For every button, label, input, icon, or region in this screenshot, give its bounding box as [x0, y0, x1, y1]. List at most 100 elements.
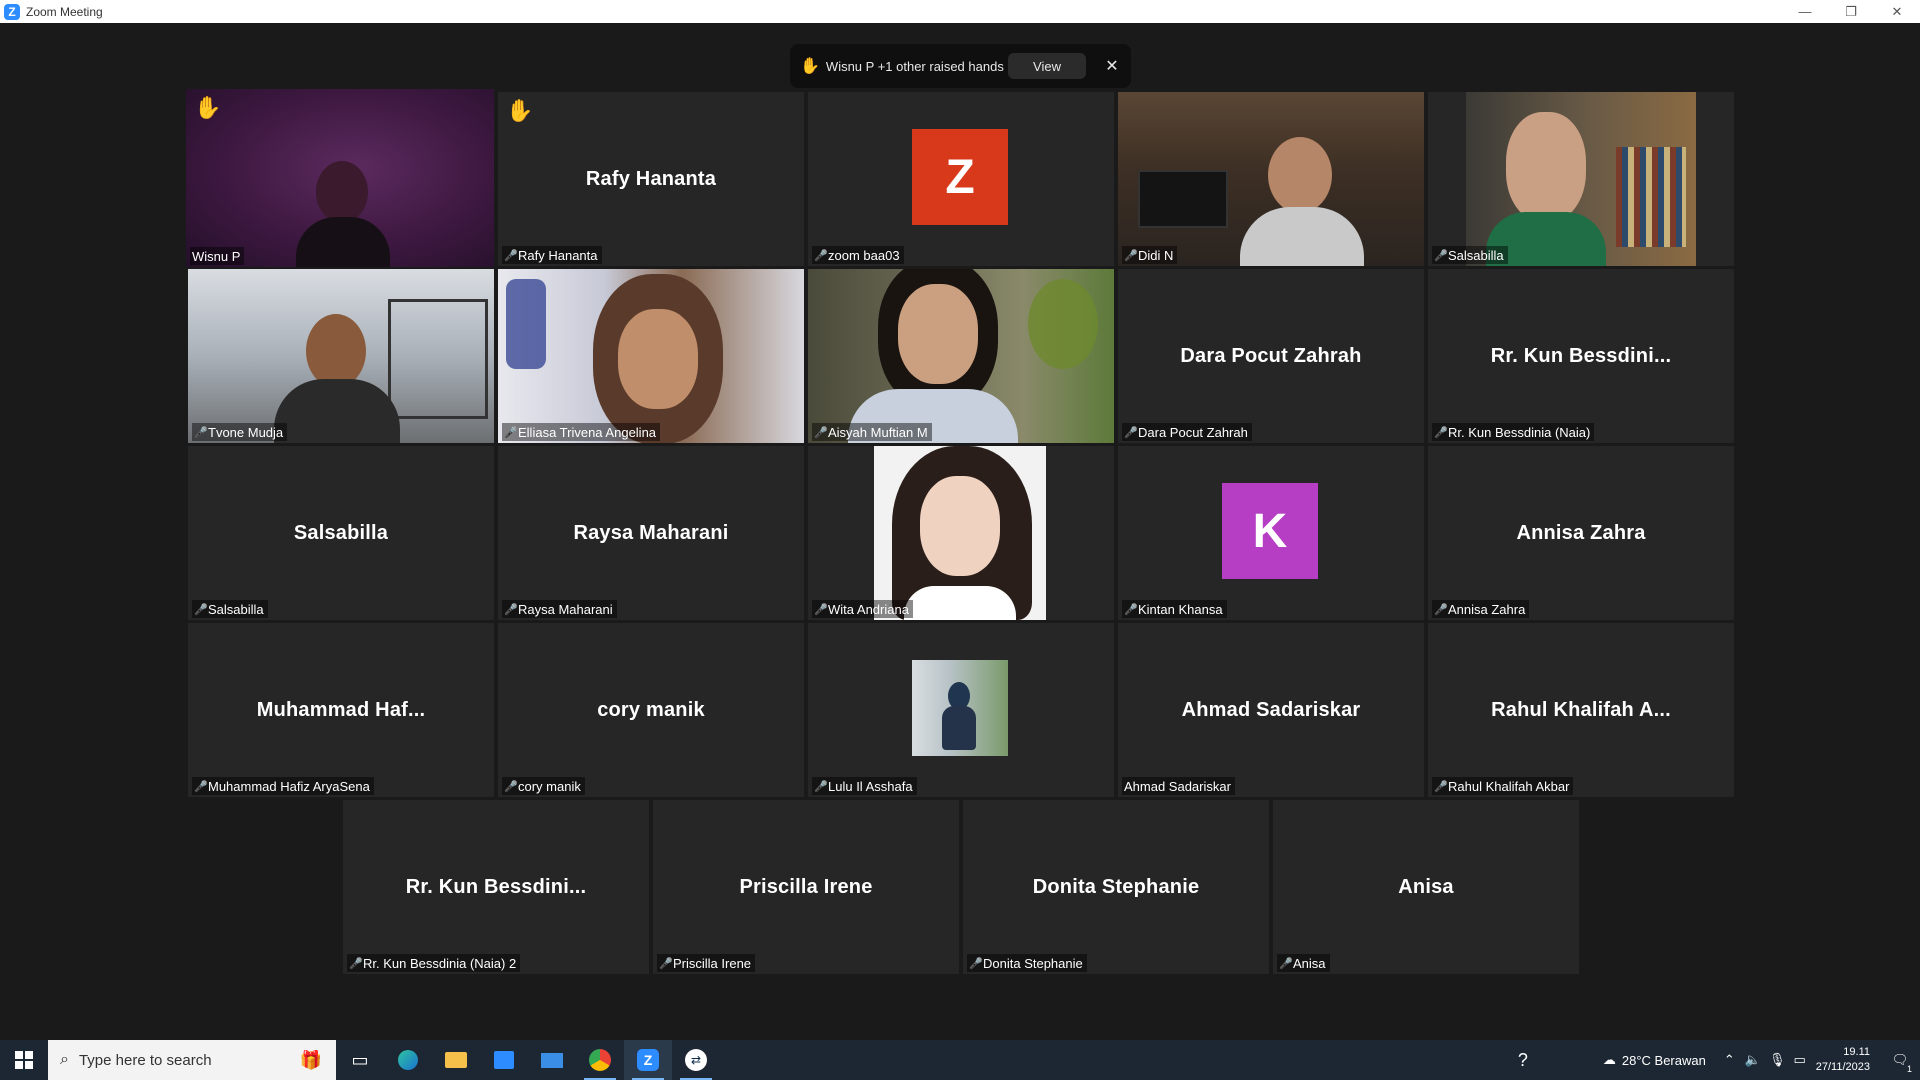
participant-name-label: 🎤 Aisyah Muftian M — [812, 423, 932, 441]
video-tile-zoom-baa03[interactable]: Z 🎤 zoom baa03 — [808, 92, 1114, 266]
view-button[interactable]: View — [1008, 53, 1086, 79]
chevron-up-icon[interactable]: ⌃ — [1724, 1052, 1735, 1068]
muted-mic-icon: 🎤 — [1434, 780, 1448, 793]
participant-name-label: 🎤 Rr. Kun Bessdinia (Naia) 2 — [347, 954, 521, 972]
raised-hand-icon: ✋ — [194, 95, 222, 120]
participant-display-name: cory manik — [597, 698, 705, 721]
video-tile-salsabilla-video[interactable]: 🎤 Salsabilla — [1428, 92, 1734, 266]
muted-mic-icon: 🎤 — [969, 957, 983, 970]
muted-mic-icon: 🎤 — [1434, 249, 1448, 262]
participant-name-label: 🎤 Donita Stephanie — [967, 954, 1087, 972]
muted-mic-icon: 🎤 — [814, 603, 828, 616]
video-tile-lulu-il-asshafa[interactable]: 🎤 Lulu Il Asshafa — [808, 623, 1114, 797]
participant-name-label: 🎤 Didi N — [1122, 246, 1178, 264]
participant-display-name: Raysa Maharani — [573, 521, 729, 544]
teamviewer-icon[interactable]: ⇄ — [672, 1040, 720, 1080]
restore-button[interactable]: ❐ — [1828, 0, 1874, 23]
video-tile-ahmad-sadariskar[interactable]: Ahmad Sadariskar Ahmad Sadariskar — [1118, 623, 1424, 797]
participant-name-label: Ahmad Sadariskar — [1122, 777, 1235, 795]
muted-mic-icon: 🎤 — [194, 426, 208, 439]
close-notification-button[interactable]: ✕ — [1100, 54, 1124, 78]
participant-display-name: Ahmad Sadariskar — [1181, 698, 1361, 721]
participant-name-label: 🎤 Rafy Hananta — [502, 246, 602, 264]
video-tile-rr-kun-bessdinia[interactable]: Rr. Kun Bessdini... 🎤 Rr. Kun Bessdinia (… — [1428, 269, 1734, 443]
chrome-icon[interactable] — [576, 1040, 624, 1080]
system-tray: ? ☁ 28°C Berawan ⌃ 🔈 🎙 ▭ 19.11 27/11/202… — [1503, 1040, 1920, 1080]
network-icon[interactable]: ▭ — [1793, 1052, 1805, 1068]
microphone-icon[interactable]: 🎙 — [1769, 1052, 1786, 1068]
participant-display-name: Rafy Hananta — [585, 167, 717, 190]
participant-video — [498, 269, 804, 443]
muted-mic-icon: 🎤 — [814, 780, 828, 793]
participant-name-label: 🎤 Muhammad Hafiz AryaSena — [192, 777, 374, 795]
participant-name-label: 🎤 Tvone Mudja — [192, 423, 288, 441]
video-tile-elliasa-trivena-angelina[interactable]: 🎤 Elliasa Trivena Angelina — [498, 269, 804, 443]
raised-hands-notification: ✋ Wisnu P +1 other raised hands View ✕ — [790, 44, 1131, 88]
notification-text: Wisnu P +1 other raised hands — [825, 58, 1004, 74]
participant-name-label: 🎤 zoom baa03 — [812, 246, 904, 264]
participant-display-name: Rr. Kun Bessdini... — [1490, 344, 1672, 367]
participant-name-label: 🎤 Salsabilla — [1432, 246, 1508, 264]
window-controls: — ❐ ✕ — [1782, 0, 1920, 23]
participant-name-label: 🎤 Wita Andriana — [812, 600, 913, 618]
video-tile-salsabilla[interactable]: Salsabilla 🎤 Salsabilla — [188, 446, 494, 620]
participant-display-name: Dara Pocut Zahrah — [1180, 344, 1362, 367]
muted-mic-icon: 🎤 — [1434, 426, 1448, 439]
zoom-app-icon[interactable]: Z — [624, 1040, 672, 1080]
help-icon[interactable]: ? — [1503, 1040, 1543, 1080]
windows-logo-icon — [15, 1051, 33, 1069]
video-tile-cory-manik[interactable]: cory manik 🎤 cory manik — [498, 623, 804, 797]
notification-icon: 🗨 — [1891, 1052, 1909, 1067]
video-tile-rr-kun-bessdinia-2[interactable]: Rr. Kun Bessdini... 🎤 Rr. Kun Bessdinia (… — [343, 800, 649, 974]
video-tile-wita-andriana[interactable]: 🎤 Wita Andriana — [808, 446, 1114, 620]
video-tile-wisnu-p[interactable]: ✋ Wisnu P — [186, 89, 494, 267]
avatar: K — [1222, 483, 1318, 579]
taskbar-clock[interactable]: 19.11 27/11/2023 — [1816, 1045, 1870, 1075]
start-button[interactable] — [0, 1040, 48, 1080]
search-placeholder: Type here to search — [78, 1051, 212, 1069]
participant-display-name: Muhammad Haf... — [256, 698, 426, 721]
muted-mic-icon: 🎤 — [814, 249, 828, 262]
weather-text[interactable]: 28°C Berawan — [1622, 1053, 1706, 1068]
participant-name-label: 🎤 Anisa — [1277, 954, 1330, 972]
muted-mic-icon: 🎤 — [1124, 426, 1138, 439]
video-tile-donita-stephanie[interactable]: Donita Stephanie 🎤 Donita Stephanie — [963, 800, 1269, 974]
clock-time: 19.11 — [1843, 1046, 1870, 1058]
participant-name-label: 🎤 Rahul Khalifah Akbar — [1432, 777, 1574, 795]
task-view-icon[interactable]: ▭ — [336, 1040, 384, 1080]
mail-icon[interactable] — [528, 1040, 576, 1080]
participant-video — [808, 269, 1114, 443]
muted-mic-icon: 🎤 — [1124, 249, 1138, 262]
participant-display-name: Rr. Kun Bessdini... — [405, 875, 587, 898]
video-tile-didi-n[interactable]: 🎤 Didi N — [1118, 92, 1424, 266]
video-tile-muhammad-hafiz[interactable]: Muhammad Haf... 🎤 Muhammad Hafiz AryaSena — [188, 623, 494, 797]
participant-display-name: Salsabilla — [293, 521, 389, 544]
participant-video — [1118, 92, 1424, 266]
video-tile-anisa[interactable]: Anisa 🎤 Anisa — [1273, 800, 1579, 974]
notification-center-button[interactable]: 🗨 1 — [1880, 1040, 1920, 1080]
close-window-button[interactable]: ✕ — [1874, 0, 1920, 23]
video-tile-rahul-khalifah-akbar[interactable]: Rahul Khalifah A... 🎤 Rahul Khalifah Akba… — [1428, 623, 1734, 797]
participant-name-label: Wisnu P — [190, 247, 245, 265]
muted-mic-icon: 🎤 — [1279, 957, 1293, 970]
video-tile-raysa-maharani[interactable]: Raysa Maharani 🎤 Raysa Maharani — [498, 446, 804, 620]
video-tile-rafy-hananta[interactable]: Rafy Hananta ✋ 🎤 Rafy Hananta — [498, 92, 804, 266]
taskbar-search-box[interactable]: ⌕ Type here to search 🎁 — [48, 1040, 336, 1080]
title-bar: Z Zoom Meeting — ❐ ✕ — [0, 0, 1920, 23]
file-explorer-icon[interactable] — [432, 1040, 480, 1080]
edge-browser-icon[interactable] — [384, 1040, 432, 1080]
microsoft-store-icon[interactable] — [480, 1040, 528, 1080]
search-highlight-icon: 🎁 — [299, 1049, 322, 1070]
video-tile-kintan-khansa[interactable]: K 🎤 Kintan Khansa — [1118, 446, 1424, 620]
participant-display-name: Anisa — [1398, 875, 1454, 898]
minimize-button[interactable]: — — [1782, 0, 1828, 23]
video-tile-tvone-mudja[interactable]: 🎤 Tvone Mudja — [188, 269, 494, 443]
video-tile-annisa-zahra[interactable]: Annisa Zahra 🎤 Annisa Zahra — [1428, 446, 1734, 620]
video-tile-dara-pocut-zahrah[interactable]: Dara Pocut Zahrah 🎤 Dara Pocut Zahrah — [1118, 269, 1424, 443]
muted-mic-icon: 🎤 — [349, 957, 363, 970]
video-tile-priscilla-irene[interactable]: Priscilla Irene 🎤 Priscilla Irene — [653, 800, 959, 974]
video-tile-aisyah-muftian-m[interactable]: 🎤 Aisyah Muftian M — [808, 269, 1114, 443]
avatar: Z — [912, 129, 1008, 225]
volume-icon[interactable]: 🔈 — [1745, 1052, 1761, 1068]
muted-mic-icon: 🎤 — [814, 426, 828, 439]
